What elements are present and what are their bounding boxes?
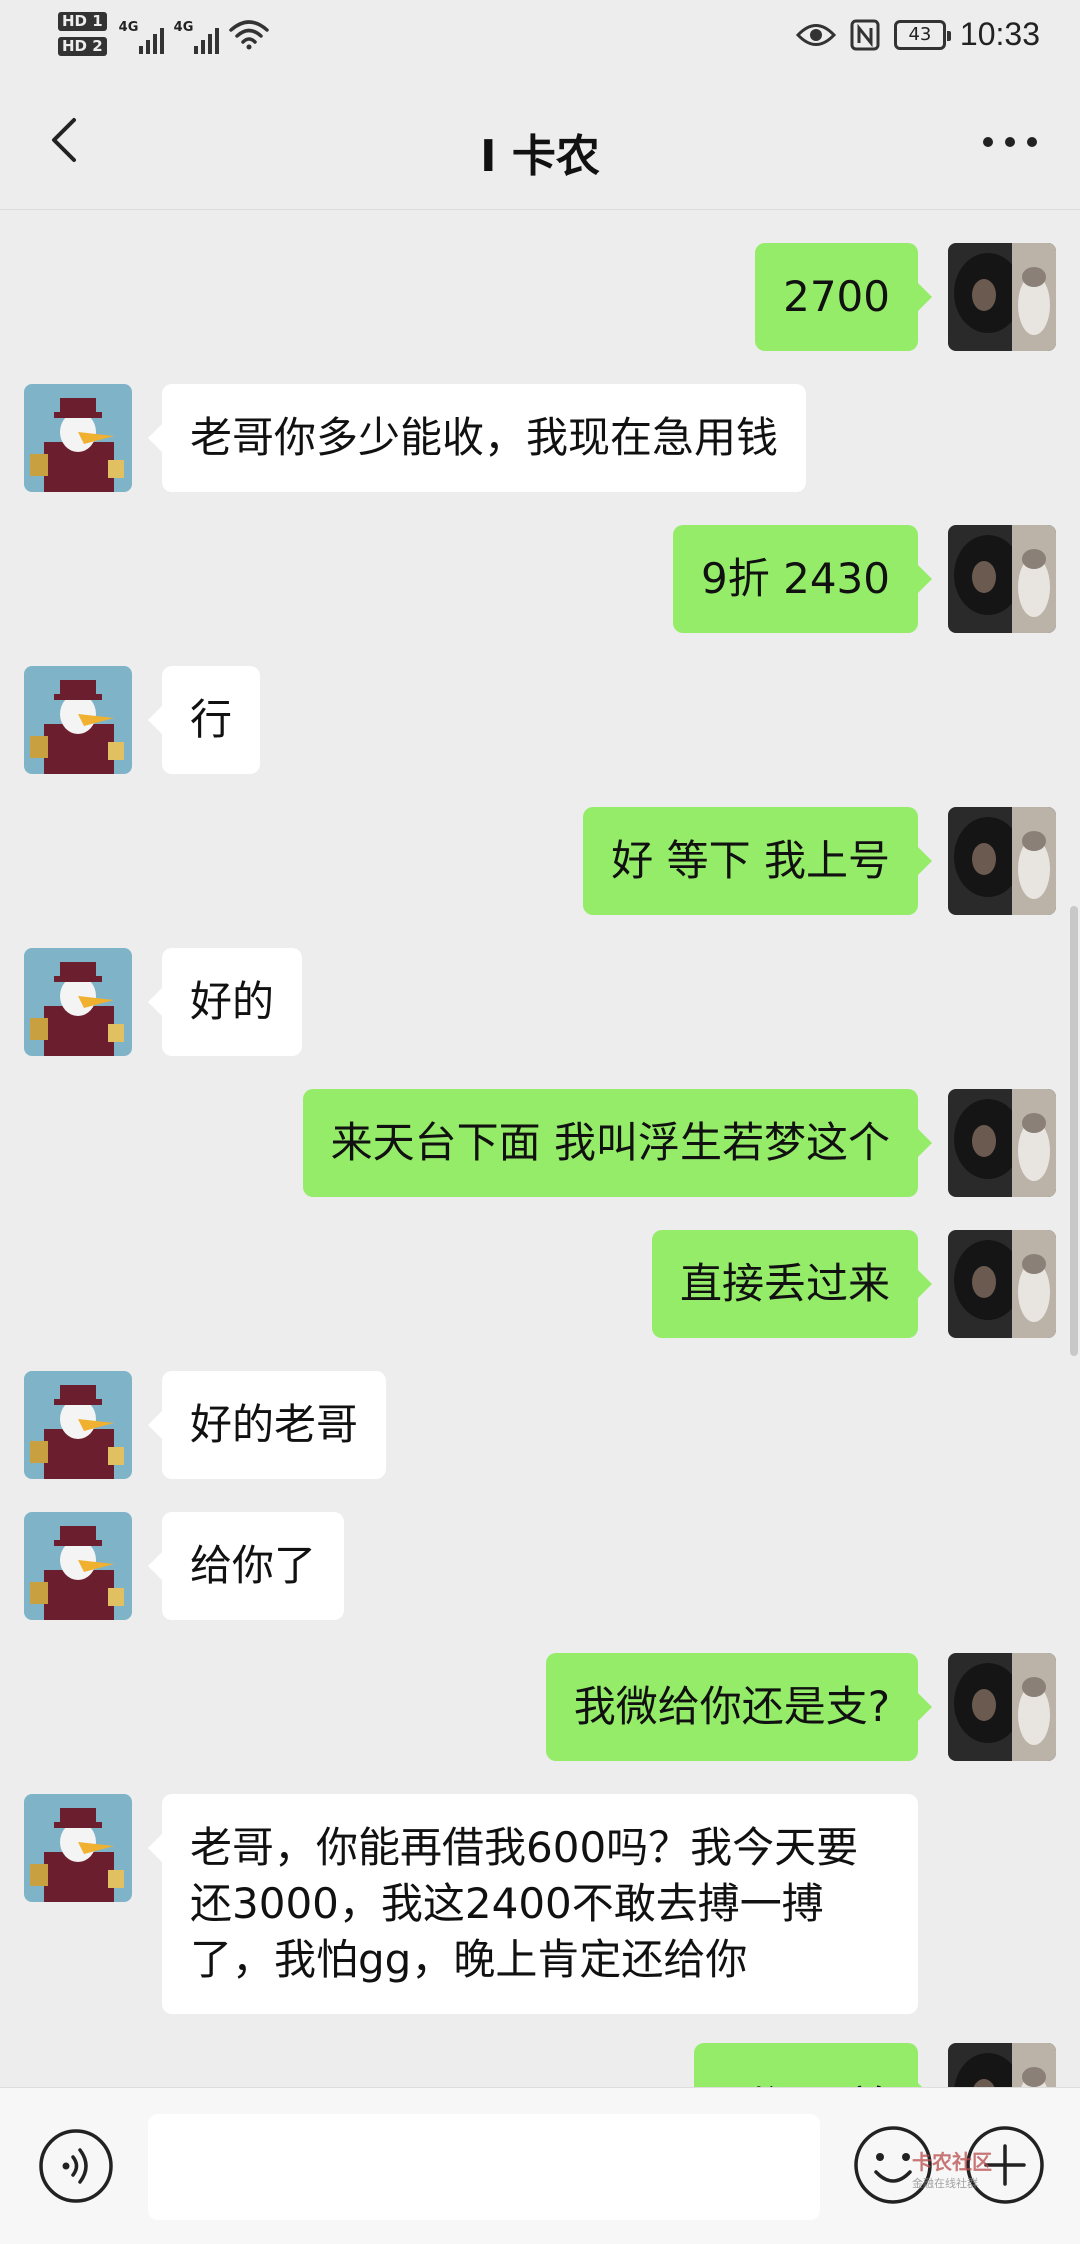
hd2-badge: HD 2 (58, 37, 107, 56)
dot-icon (1005, 137, 1015, 147)
scrollbar[interactable] (1070, 906, 1078, 1356)
clock: 10:33 (959, 16, 1040, 52)
eye-icon (795, 23, 836, 46)
contact-avatar[interactable] (24, 948, 132, 1056)
sent-bubble[interactable]: 直接丢过来 (651, 1230, 933, 1338)
self-avatar[interactable] (948, 1089, 1056, 1197)
message-input[interactable] (148, 2114, 820, 2220)
sent-bubble[interactable]: 9折 2430 (673, 525, 932, 633)
wifi-icon (228, 20, 269, 50)
self-avatar[interactable] (948, 2043, 1056, 2087)
more-functions-button[interactable] (964, 2124, 1046, 2206)
received-bubble[interactable]: 好的 (147, 948, 303, 1056)
contact-avatar[interactable] (24, 666, 132, 774)
contact-avatar[interactable] (24, 384, 132, 492)
signal-1-icon: 4G (119, 14, 164, 54)
sent-bubble[interactable]: 2700 (755, 243, 932, 351)
status-right: 43 10:33 (795, 16, 1040, 53)
battery-level: 43 (908, 24, 932, 45)
received-bubble[interactable]: 行 (147, 666, 261, 774)
voice-icon (39, 2129, 113, 2203)
contact-avatar[interactable] (24, 1512, 132, 1620)
plus-icon (966, 2126, 1044, 2204)
emoji-icon (854, 2126, 932, 2204)
sent-bubble[interactable]: 好 等下 我上号 (583, 807, 932, 915)
net1-label: 4G (118, 20, 139, 35)
chat-title: I 卡农 (480, 131, 600, 182)
received-bubble[interactable]: 好的老哥 (147, 1371, 387, 1479)
message-list[interactable]: 2700 老哥你多少能收，我现在急用钱 9折 2430 行 好 等下 我上号 好… (0, 211, 1080, 2087)
input-bar: 卡农社区 金融在线社群 (0, 2087, 1080, 2244)
received-bubble[interactable]: 老哥你多少能收，我现在急用钱 (147, 384, 807, 492)
contact-avatar[interactable] (24, 1371, 132, 1479)
hd1-badge: HD 1 (58, 12, 107, 31)
chat-header: I 卡农 (0, 80, 1080, 210)
status-left: HD 1 HD 2 4G 4G (58, 12, 269, 56)
emoji-button[interactable] (852, 2124, 934, 2206)
contact-avatar[interactable] (24, 1794, 132, 1902)
self-avatar[interactable] (948, 807, 1056, 915)
dot-icon (983, 137, 993, 147)
self-avatar[interactable] (948, 243, 1056, 351)
received-bubble[interactable]: 老哥，你能再借我600吗？我今天要还3000，我这2400不敢去搏一搏了，我怕g… (148, 1794, 918, 2014)
voice-button[interactable] (38, 2128, 114, 2204)
battery-icon: 43 (893, 19, 951, 50)
self-avatar[interactable] (948, 1230, 1056, 1338)
net2-label: 4G (173, 20, 194, 35)
hd-indicators: HD 1 HD 2 (58, 12, 107, 56)
self-avatar[interactable] (948, 1653, 1056, 1761)
received-bubble[interactable]: 给你了 (147, 1512, 345, 1620)
sent-bubble[interactable]: 我微给你还是支? (545, 1653, 933, 1761)
sent-bubble[interactable]: 来天台下面 我叫浮生若梦这个 (302, 1089, 933, 1197)
more-options-button[interactable] (970, 112, 1050, 172)
self-avatar[interactable] (948, 525, 1056, 633)
nfc-icon (850, 19, 880, 50)
status-bar: HD 1 HD 2 4G 4G 43 10:33 (0, 0, 1080, 80)
dot-icon (1027, 137, 1037, 147)
signal-2-icon: 4G (174, 14, 219, 54)
sent-bubble[interactable]: 别闹兄弟 (693, 2043, 933, 2087)
